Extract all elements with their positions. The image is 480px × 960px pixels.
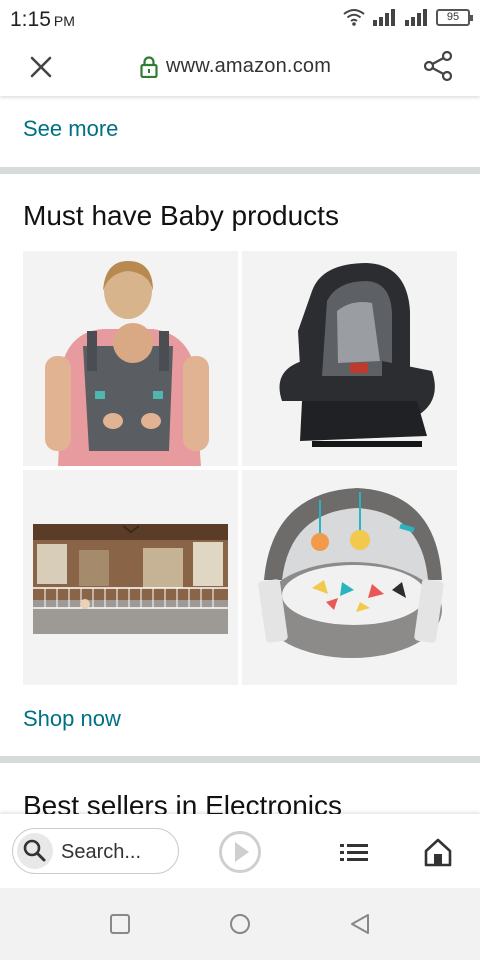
lock-icon	[140, 55, 158, 78]
car-seat-image	[242, 251, 457, 466]
page-content: See more Must have Baby products Shop no…	[0, 96, 480, 814]
baby-gate-image	[23, 470, 238, 685]
battery-level: 95	[446, 10, 460, 23]
list-menu-icon[interactable]	[338, 838, 370, 866]
next-section-title: Best sellers in Electronics	[23, 790, 343, 814]
url-text: www.amazon.com	[166, 55, 332, 77]
wifi-icon	[343, 9, 365, 26]
system-nav-bar	[0, 888, 480, 960]
section-divider	[0, 167, 480, 174]
signal-icon-2	[405, 9, 427, 26]
status-icons: 95	[342, 7, 473, 27]
status-bar: 1:15 PM 95	[0, 0, 480, 38]
recent-apps-icon[interactable]	[106, 910, 134, 938]
back-icon[interactable]	[346, 910, 374, 938]
section-title: Must have Baby products	[23, 200, 339, 231]
play-icon[interactable]	[218, 830, 262, 874]
product-tile-baby-gate[interactable]	[23, 470, 238, 685]
battery-icon: 95	[436, 8, 473, 26]
bottom-toolbar: Search...	[0, 814, 480, 888]
product-tile-baby-carrier[interactable]	[23, 251, 238, 466]
product-tile-car-seat[interactable]	[242, 251, 457, 466]
home-circle-icon[interactable]	[226, 910, 254, 938]
section-divider	[0, 756, 480, 763]
clock-ampm: PM	[53, 13, 75, 29]
search-placeholder: Search...	[61, 841, 142, 863]
search-icon	[23, 839, 46, 862]
status-time: 1:15 PM	[10, 8, 75, 32]
see-more-link[interactable]: See more	[23, 116, 118, 142]
home-icon[interactable]	[422, 836, 454, 868]
share-icon[interactable]	[422, 50, 454, 82]
url-display[interactable]: www.amazon.com	[140, 55, 331, 78]
signal-icon-1	[373, 9, 395, 26]
search-box[interactable]: Search...	[12, 828, 179, 874]
baby-carrier-image	[23, 251, 238, 466]
browser-url-bar: www.amazon.com	[0, 38, 480, 96]
search-icon-container	[17, 833, 53, 869]
clock-time: 1:15	[10, 8, 51, 31]
shop-now-link[interactable]: Shop now	[23, 706, 121, 732]
play-dome-image	[242, 470, 457, 685]
close-icon[interactable]	[28, 54, 54, 80]
product-tile-play-dome[interactable]	[242, 470, 457, 685]
product-grid	[23, 251, 458, 685]
